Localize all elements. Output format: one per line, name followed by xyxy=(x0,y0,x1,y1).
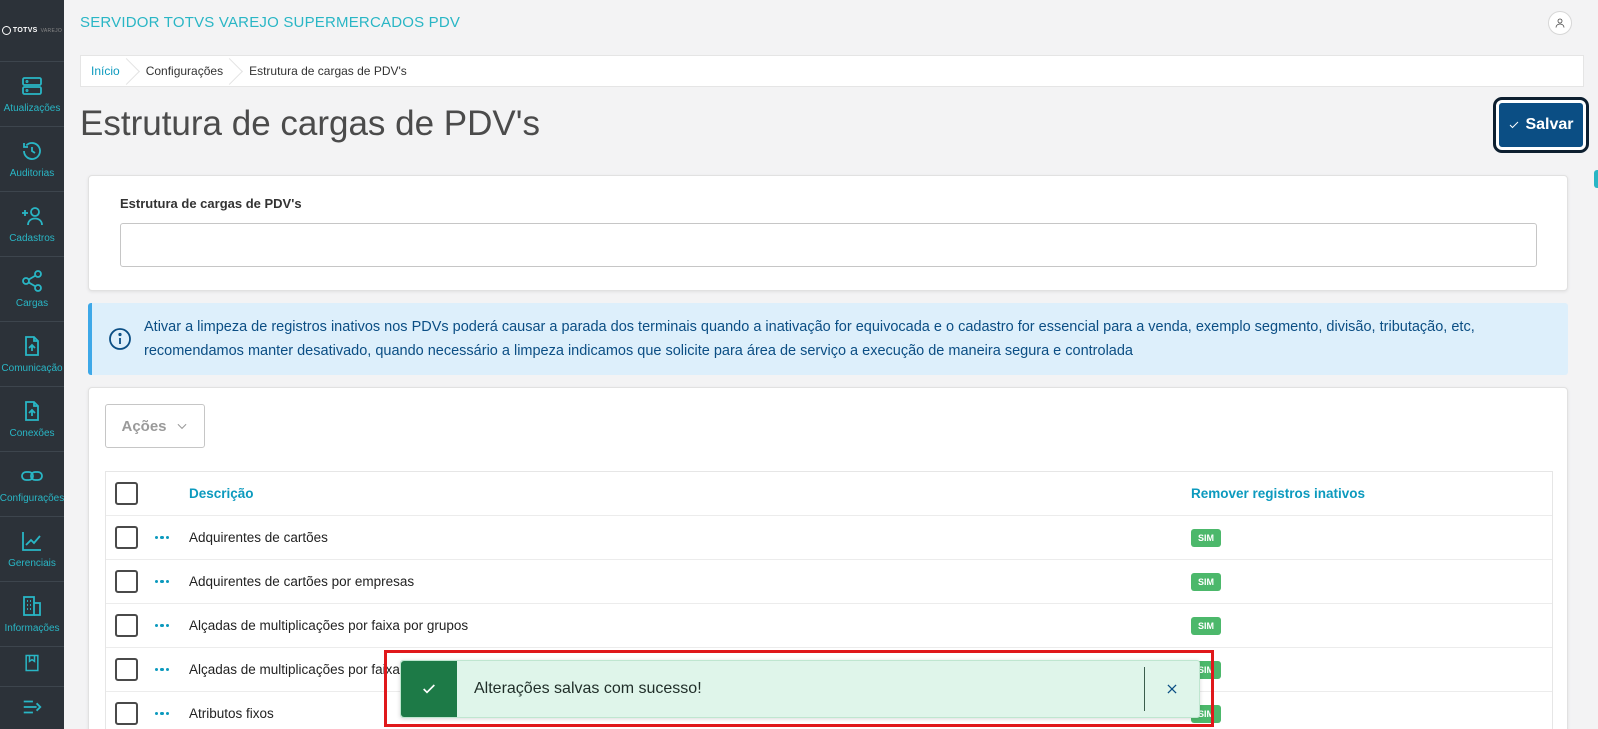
sidebar-item-atualizacoes[interactable]: Atualizações xyxy=(0,62,64,127)
chevron-down-icon xyxy=(177,423,186,430)
file-upload-icon xyxy=(25,336,39,356)
sidebar-item-auditorias[interactable]: Auditorias xyxy=(0,127,64,192)
sidebar-item-label: Auditorias xyxy=(9,168,55,179)
row-checkbox[interactable] xyxy=(115,570,138,593)
save-button-label: Salvar xyxy=(1525,116,1574,133)
close-icon xyxy=(1167,684,1177,694)
sidebar-item-informacoes[interactable]: Informações xyxy=(0,582,64,647)
row-descricao: Adquirentes de cartões xyxy=(189,530,328,545)
sidebar-item-label: Configurações xyxy=(0,493,64,504)
sidebar-item-label: Atualizações xyxy=(3,103,61,114)
server-icon xyxy=(22,77,42,95)
breadcrumb-configuracoes[interactable]: Configurações xyxy=(130,56,233,86)
breadcrumb-inicio[interactable]: Início xyxy=(81,56,130,86)
save-button[interactable]: Salvar xyxy=(1493,97,1589,153)
user-icon xyxy=(1555,18,1565,28)
table-row: Adquirentes de cartões por empresas SIM xyxy=(106,560,1552,604)
link-icon xyxy=(21,471,43,481)
info-icon xyxy=(109,328,131,350)
sidebar-item-cargas[interactable]: Cargas xyxy=(0,257,64,322)
row-actions-icon[interactable] xyxy=(154,530,170,546)
row-descricao: Alçadas de multiplicações por faixa xyxy=(189,662,400,677)
side-panel-tab[interactable] xyxy=(1594,170,1598,188)
actions-dropdown[interactable]: Ações xyxy=(105,404,205,448)
sidebar-item-label: Comunicação xyxy=(1,363,63,374)
menu-collapse-icon xyxy=(23,700,42,714)
sidebar: TOTVS VAREJO Atualizações Auditorias Cad… xyxy=(0,0,64,729)
row-actions-icon[interactable] xyxy=(154,618,170,634)
chart-icon xyxy=(22,532,41,551)
sidebar-item-label: Conexões xyxy=(9,428,55,439)
sidebar-item-label: Cadastros xyxy=(9,233,55,244)
building-icon xyxy=(23,596,41,616)
table-row: Alçadas de multiplicações por faixa por … xyxy=(106,604,1552,648)
check-icon xyxy=(1510,121,1519,129)
sidebar-item-comunicacao[interactable]: Comunicação xyxy=(0,322,64,387)
info-text: Ativar a limpeza de registros inativos n… xyxy=(144,319,1475,359)
select-all-checkbox[interactable] xyxy=(115,482,138,505)
row-actions-icon[interactable] xyxy=(154,706,170,722)
sidebar-item-label: Cargas xyxy=(15,298,49,309)
row-checkbox[interactable] xyxy=(115,658,138,681)
column-header-remover[interactable]: Remover registros inativos xyxy=(1191,486,1365,501)
toast-status xyxy=(401,661,457,717)
row-actions-icon[interactable] xyxy=(154,574,170,590)
table-header: Descrição Remover registros inativos xyxy=(106,472,1552,516)
row-checkbox[interactable] xyxy=(115,702,138,725)
sidebar-item-label: Gerenciais xyxy=(8,558,56,569)
structure-field-label: Estrutura de cargas de PDV's xyxy=(120,196,302,211)
sidebar-item-cadastros[interactable]: Cadastros xyxy=(0,192,64,257)
actions-label: Ações xyxy=(121,417,167,435)
info-banner: Ativar a limpeza de registros inativos n… xyxy=(88,303,1568,375)
collapse-menu-button[interactable] xyxy=(0,685,64,729)
row-checkbox[interactable] xyxy=(115,614,138,637)
check-icon xyxy=(423,684,435,694)
sidebar-item-configuracoes[interactable]: Configurações xyxy=(0,452,64,517)
table-row: Adquirentes de cartões SIM xyxy=(106,516,1552,560)
row-descricao: Adquirentes de cartões por empresas xyxy=(189,574,415,589)
logo-text: TOTVS xyxy=(12,27,38,34)
row-descricao: Alçadas de multiplicações por faixa por … xyxy=(189,618,469,633)
breadcrumb-current: Estrutura de cargas de PDV's xyxy=(249,64,407,78)
totvs-logo[interactable]: TOTVS VAREJO xyxy=(0,0,64,62)
structure-form-card: Estrutura de cargas de PDV's xyxy=(88,175,1568,291)
app-title: SERVIDOR TOTVS VAREJO SUPERMERCADOS PDV xyxy=(80,14,461,31)
sidebar-item-label: Informações xyxy=(4,623,60,634)
user-avatar[interactable] xyxy=(1548,11,1572,35)
history-icon xyxy=(23,142,41,160)
status-badge: SIM xyxy=(1191,528,1222,547)
row-checkbox[interactable] xyxy=(115,526,138,549)
logo-subtext: VAREJO xyxy=(40,27,63,34)
logo-mark-icon xyxy=(1,26,11,35)
row-descricao: Atributos fixos xyxy=(189,706,274,721)
row-actions-icon[interactable] xyxy=(154,662,170,678)
column-header-descricao[interactable]: Descrição xyxy=(189,486,254,501)
add-user-icon xyxy=(22,207,43,226)
status-badge: SIM xyxy=(1191,616,1222,635)
toast-message: Alterações salvas com sucesso! xyxy=(474,680,702,697)
page-title: Estrutura de cargas de PDV's xyxy=(80,104,540,143)
sidebar-item-gerenciais[interactable]: Gerenciais xyxy=(0,517,64,582)
status-badge: SIM xyxy=(1191,572,1222,591)
sidebar-item-more[interactable] xyxy=(0,647,64,687)
toast-close-button[interactable] xyxy=(1145,661,1199,717)
structure-input[interactable] xyxy=(120,223,1537,267)
book-icon xyxy=(25,654,39,672)
breadcrumb: Início Configurações Estrutura de cargas… xyxy=(80,55,1584,87)
sidebar-item-conexoes[interactable]: Conexões xyxy=(0,387,64,452)
share-icon xyxy=(22,270,42,292)
success-toast: Alterações salvas com sucesso! xyxy=(400,660,1200,718)
file-upload-icon xyxy=(25,401,39,421)
